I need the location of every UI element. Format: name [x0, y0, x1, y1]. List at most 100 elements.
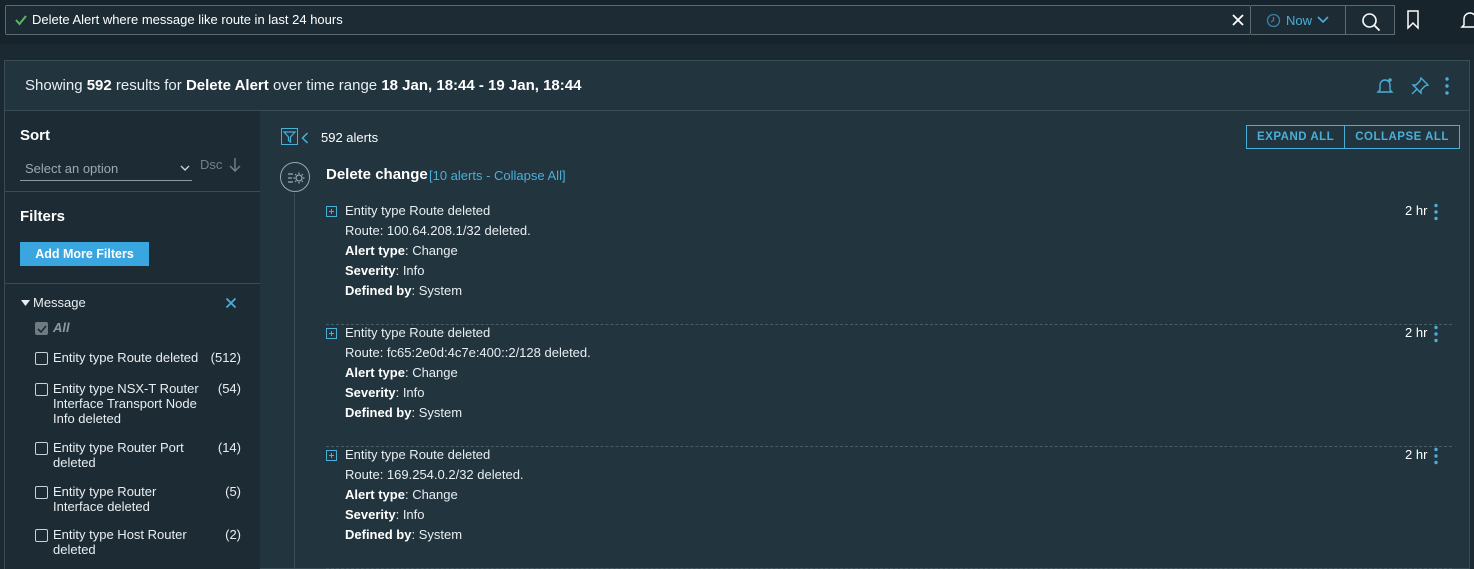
kebab-icon[interactable] [1444, 77, 1450, 95]
defined-by-label: Defined by [345, 527, 412, 542]
search-query-text: Delete Alert where message like route in… [32, 12, 343, 27]
checkbox[interactable] [35, 322, 48, 335]
checkbox[interactable] [35, 529, 48, 542]
defined-by-row: Defined by: System [345, 405, 462, 420]
severity-value: : Info [395, 385, 425, 400]
filter-icon[interactable] [281, 128, 298, 145]
results-panel: Showing 592 results for Delete Alert ove… [4, 60, 1470, 569]
alert-detail: Route: fc65:2e0d:4c7e:400::2/128 deleted… [345, 345, 591, 360]
time-range-value: Now [1286, 13, 1313, 28]
defined-by-value: : System [411, 283, 463, 298]
alert-detail: Route: 169.254.0.2/32 deleted. [345, 467, 524, 482]
filter-option-label: Entity type Router Interface deleted [53, 484, 157, 514]
alert-time: 2 hr [1405, 447, 1428, 462]
alert-item: Entity type Route deleted Route: 100.64.… [326, 203, 1452, 325]
alert-type-value: : Change [404, 243, 458, 258]
alert-item: Entity type Route deleted Route: fc65:2e… [326, 325, 1452, 447]
summary-text-range: over time range [272, 77, 378, 94]
alert-type-row: Alert type: Change [345, 487, 458, 502]
filter-option-label: Entity type Route deleted [53, 350, 199, 365]
alert-group-title[interactable]: Delete change [326, 166, 428, 183]
collapse-all-button[interactable]: COLLAPSE ALL [1344, 126, 1459, 148]
filter-sidebar: Sort Select an option Dsc Filters Add Mo… [5, 111, 260, 569]
expand-icon[interactable] [326, 206, 337, 217]
check-icon [37, 325, 47, 334]
severity-value: : Info [395, 507, 425, 522]
severity-value: : Info [395, 263, 425, 278]
filter-option-count: (5) [225, 484, 241, 499]
defined-by-value: : System [411, 405, 463, 420]
top-search-bar: Delete Alert where message like route in… [0, 0, 1474, 44]
checkbox[interactable] [35, 442, 48, 455]
filter-option-label: Entity type Router Port deleted [53, 440, 184, 470]
results-summary: Showing 592 results for Delete Alert ove… [25, 77, 581, 94]
bell-plus-icon[interactable] [1376, 77, 1394, 95]
time-range-picker[interactable]: Now [1251, 5, 1346, 35]
results-header: Showing 592 results for Delete Alert ove… [5, 61, 1469, 111]
message-filter-heading[interactable]: Message [33, 295, 86, 310]
search-input[interactable]: Delete Alert where message like route in… [5, 5, 1251, 35]
alerts-content: 592 alerts EXPAND ALL COLLAPSE ALL Delet… [260, 111, 1469, 569]
alert-detail: Route: 100.64.208.1/32 deleted. [345, 223, 531, 238]
divider [5, 283, 260, 284]
bookmark-icon[interactable] [1406, 10, 1420, 30]
expand-icon[interactable] [326, 328, 337, 339]
severity-row: Severity: Info [345, 507, 425, 522]
severity-row: Severity: Info [345, 263, 425, 278]
kebab-icon[interactable] [1431, 203, 1441, 221]
filter-option-label: Entity type Host Router deleted [53, 527, 187, 557]
alert-type-label: Alert type [345, 365, 405, 380]
alert-type-value: : Change [404, 365, 458, 380]
alert-time: 2 hr [1405, 325, 1428, 340]
summary-time-range: 18 Jan, 18:44 - 19 Jan, 18:44 [381, 77, 582, 94]
severity-label: Severity [345, 385, 396, 400]
chevron-down-icon [1317, 16, 1329, 24]
alert-title[interactable]: Entity type Route deleted [345, 447, 490, 462]
search-icon [1362, 13, 1381, 32]
summary-query: Delete Alert [185, 77, 269, 94]
defined-by-label: Defined by [345, 283, 412, 298]
chevron-down-icon [180, 165, 190, 171]
filter-option-count: (14) [217, 440, 241, 455]
defined-by-label: Defined by [345, 405, 412, 420]
search-button[interactable] [1346, 5, 1395, 35]
checkbox[interactable] [35, 352, 48, 365]
alert-title[interactable]: Entity type Route deleted [345, 325, 490, 340]
summary-prefix: Showing [25, 77, 83, 94]
filter-option-label: All [53, 320, 70, 335]
sort-direction-toggle[interactable]: Dsc [200, 157, 222, 172]
filter-option-count: (2) [225, 527, 241, 542]
filter-option-count: (512) [210, 350, 241, 365]
alert-group-collapse-link[interactable]: [10 alerts - Collapse All] [429, 168, 566, 183]
filters-heading: Filters [20, 208, 66, 225]
bell-icon[interactable] [1460, 10, 1474, 30]
filter-option-label: Entity type NSX-T Router Interface Trans… [53, 381, 199, 426]
change-gear-icon [280, 162, 310, 192]
alert-type-row: Alert type: Change [345, 243, 458, 258]
add-more-filters-button[interactable]: Add More Filters [20, 242, 149, 266]
defined-by-row: Defined by: System [345, 283, 462, 298]
severity-row: Severity: Info [345, 385, 425, 400]
checkbox[interactable] [35, 383, 48, 396]
checkbox[interactable] [35, 486, 48, 499]
chevron-left-icon[interactable] [301, 132, 309, 144]
caret-down-icon[interactable] [21, 300, 30, 306]
kebab-icon[interactable] [1431, 447, 1441, 465]
expand-icon[interactable] [326, 450, 337, 461]
result-count: 592 [86, 77, 112, 94]
alert-type-value: : Change [404, 487, 458, 502]
sort-select[interactable]: Select an option [20, 157, 192, 181]
pin-icon[interactable] [1411, 77, 1429, 95]
close-icon[interactable] [225, 297, 237, 309]
alert-type-label: Alert type [345, 243, 405, 258]
check-icon [15, 15, 27, 26]
close-icon[interactable] [1231, 13, 1245, 27]
alert-title[interactable]: Entity type Route deleted [345, 203, 490, 218]
divider [5, 191, 260, 192]
summary-text: results for [115, 77, 182, 94]
expand-all-button[interactable]: EXPAND ALL [1247, 126, 1344, 148]
kebab-icon[interactable] [1431, 325, 1441, 343]
alert-type-label: Alert type [345, 487, 405, 502]
arrow-down-icon[interactable] [229, 157, 241, 173]
defined-by-value: : System [411, 527, 463, 542]
